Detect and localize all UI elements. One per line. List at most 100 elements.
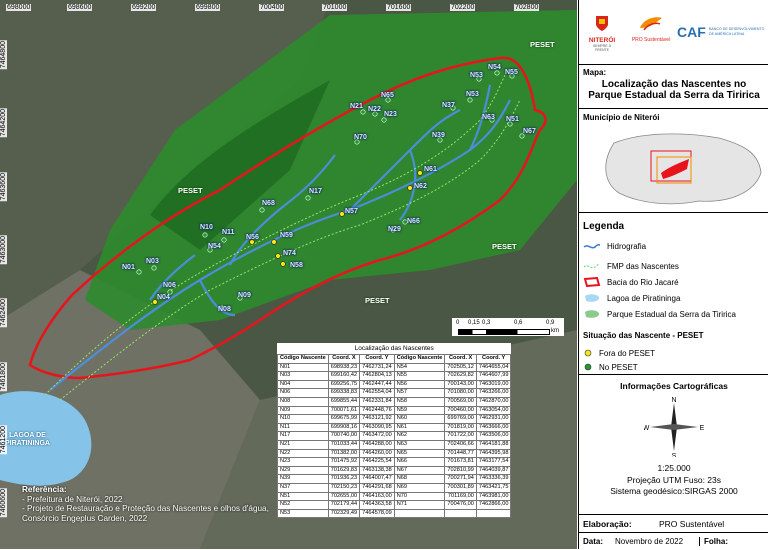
legend-fmp: FMP das Nascentes [583, 261, 679, 271]
label-n04: N04 [157, 294, 170, 301]
table-cell: 701382,00 [327, 448, 361, 459]
table-cell: 7463666,00 [475, 422, 512, 433]
table-cell: 7462931,00 [475, 414, 512, 424]
label-n52: N53 [466, 91, 479, 98]
marker-n10[interactable] [202, 232, 208, 238]
table-cell: N69 [393, 482, 446, 493]
lagoa-label: LAGOA DE PIRATININGA [5, 432, 50, 447]
legend-section: Legenda Hidrografia FMP das Nascentes Ba… [579, 212, 768, 333]
marker-n17[interactable] [305, 195, 311, 201]
table-cell: N01 [277, 362, 329, 373]
table-cell: 700271,94 [444, 474, 477, 484]
table-cell: 7462866,00 [475, 500, 512, 510]
data-folha: Data: Novembro de 2022 Folha: [579, 532, 768, 550]
table-row: N06 699338,83 7462554,04 N57 701080,00 746326… [277, 388, 512, 398]
marker-n01[interactable] [136, 269, 142, 275]
table-row: N08 699855,44 7462331,84 N58 700569,00 746287… [277, 396, 512, 407]
marker-n23[interactable] [381, 117, 387, 123]
pro-sustentavel-logo: PRO Sustentável [629, 16, 673, 43]
table-cell [393, 508, 446, 519]
table-cell: 7462870,00 [475, 396, 512, 407]
bacia-symbol-icon [583, 277, 601, 287]
table-cell: 7463266,00 [475, 388, 512, 398]
peset-label: PESET [530, 40, 555, 49]
marker-n54[interactable] [494, 70, 500, 76]
label-n66: N66 [407, 218, 420, 225]
label-n58: N58 [290, 262, 303, 269]
logos: NITERÓI SEMPRE À FRENTE PRO Sustentável … [579, 0, 768, 58]
table-cell: N10 [277, 414, 329, 424]
table-cell: 702505,12 [444, 362, 477, 373]
label-n10: N10 [200, 224, 213, 231]
x-coord: 701000 [322, 4, 348, 11]
compass-s: S [672, 453, 677, 457]
marker-n62[interactable] [407, 185, 413, 191]
table-cell: N60 [393, 414, 446, 424]
marker-n52[interactable] [467, 97, 473, 103]
table-row: N23 701475,92 7464225,54 N66 701673,81 746317… [277, 457, 512, 467]
table-cell: 7462804,13 [359, 371, 395, 381]
label-n62: N62 [414, 183, 427, 190]
table-cell: 7463472,00 [359, 431, 395, 441]
label-n56: N56 [246, 234, 259, 241]
side-panel: NITERÓI SEMPRE À FRENTE PRO Sustentável … [578, 0, 768, 549]
table-cell: 7464578,09 [359, 508, 395, 519]
marker-n74[interactable] [275, 253, 281, 259]
table-cell: 7462731,24 [359, 362, 395, 373]
table-cell: N58 [393, 396, 446, 407]
table-cell: 701629,83 [327, 465, 361, 476]
compass-w: W [644, 425, 650, 432]
table-cell: N51 [277, 491, 329, 502]
marker-n21[interactable] [360, 109, 366, 115]
table-cell: N11 [277, 422, 329, 433]
table-cell: N22 [277, 448, 329, 459]
marker-n61[interactable] [417, 170, 423, 176]
table-cell: 7462554,04 [359, 388, 395, 398]
label-n08: N08 [218, 306, 231, 313]
label-n59: N59 [280, 232, 293, 239]
table-row: N11 699908,16 7463090,95 N61 701819,00 746366… [277, 422, 512, 433]
table-cell: 7464655,04 [475, 362, 512, 373]
marker-n58[interactable] [280, 261, 286, 267]
label-n51: N51 [506, 116, 519, 123]
table-cell: 7463336,39 [475, 474, 512, 484]
table-cell: 7463121,92 [359, 414, 395, 424]
table-cell: N29 [277, 465, 329, 476]
table-header: Coord. Y [359, 354, 395, 364]
compass-e: E [700, 425, 704, 432]
table-cell: N08 [277, 396, 329, 407]
y-coord: 7460600 [0, 488, 7, 518]
label-n06: N06 [163, 282, 176, 289]
table-cell: 7464039,87 [475, 465, 512, 476]
table-row: N53 702329,49 7464578,09 [277, 508, 512, 519]
inset-section: Município de Niterói [579, 108, 768, 213]
table-cell: N61 [393, 422, 446, 433]
label-n74: N74 [283, 250, 296, 257]
nascentes-table: Localização das Nascentes Código Nascent… [277, 343, 512, 519]
map-title-section: Mapa: Localização das Nascentes no Parqu… [579, 64, 768, 109]
table-cell: 701673,81 [444, 457, 477, 467]
label-n21: N21 [350, 103, 363, 110]
table-cell: N04 [277, 379, 329, 390]
marker-n11[interactable] [221, 237, 227, 243]
peset-label: PESET [365, 296, 390, 305]
table-cell: N62 [393, 431, 446, 441]
table-cell: N65 [393, 448, 446, 459]
table-cell: 7463019,00 [475, 379, 512, 390]
label-n60: N54 [208, 243, 221, 250]
table-row: N10 699675,99 7463121,92 N60 699769,00 746293… [277, 414, 512, 424]
marker-n68[interactable] [259, 207, 265, 213]
marker-n57[interactable] [339, 211, 345, 217]
label-n39: N39 [432, 132, 445, 139]
table-cell: 7463138,38 [359, 465, 395, 476]
table-cell: N06 [277, 388, 329, 398]
references: Referência: - Prefeitura de Niterói, 202… [22, 485, 269, 523]
table-row: N17 700740,00 7463472,00 N62 701722,00 746350… [277, 431, 512, 441]
legend-peset: Parque Estadual da Serra da Tiririca [583, 309, 736, 319]
table-cell [444, 508, 477, 519]
table-cell: 699256,75 [327, 379, 361, 390]
marker-n59[interactable] [271, 239, 277, 245]
marker-n03[interactable] [151, 265, 157, 271]
table-cell: 699675,99 [327, 414, 361, 424]
table-cell: 701722,00 [444, 431, 477, 441]
